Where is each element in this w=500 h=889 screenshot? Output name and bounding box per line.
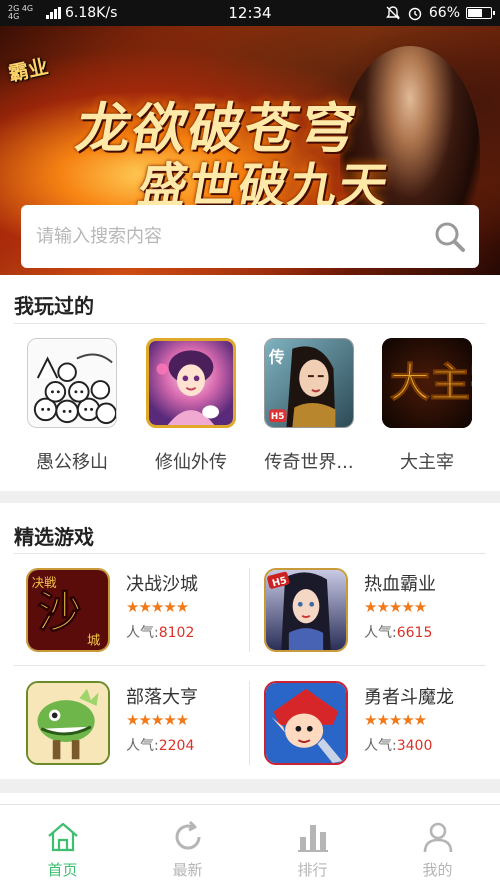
calligraphy-icon: 大主宰	[382, 338, 472, 428]
popularity-value: 3400	[396, 738, 433, 754]
fairy-girl-icon	[146, 338, 236, 428]
played-section-title: 我玩过的	[14, 294, 94, 318]
tab-label: 排行	[297, 861, 328, 879]
bar-chart-icon	[297, 825, 328, 852]
popularity: 人气:2204	[126, 738, 195, 754]
played-item-name: 愚公移山	[36, 452, 108, 473]
tab-label: 最新	[172, 861, 203, 879]
signal-icon	[46, 7, 61, 19]
heroine-icon: H5	[264, 568, 348, 652]
featured-section-title: 精选游戏	[14, 525, 94, 549]
star-rating: ★★★★★	[364, 598, 427, 616]
dino-icon	[26, 681, 110, 765]
network-type: 2G 4G 4G	[8, 4, 34, 21]
svg-text:决戦: 决戦	[32, 576, 57, 590]
status-bar: 2G 4G 4G 6.18K/s 12:34 66%	[0, 0, 500, 26]
warrior-woman-icon: 传 H5	[264, 338, 354, 428]
network-speed: 6.18K/s	[65, 5, 118, 21]
featured-item-yongzhe[interactable]: 勇者斗魔龙 ★★★★★ 人气:3400	[252, 677, 488, 777]
tab-mine[interactable]: 我的	[375, 805, 500, 889]
tab-home[interactable]: 首页	[0, 805, 125, 889]
svg-text:大主宰: 大主宰	[390, 359, 472, 406]
search-bar[interactable]	[21, 205, 479, 268]
featured-item-rexue[interactable]: H5 热血霸业 ★★★★★ 人气:6615	[252, 564, 488, 664]
played-item-name: 修仙外传	[155, 452, 227, 473]
bottom-tab-bar: 首页 最新 排行 我的	[0, 804, 500, 889]
played-item-name: 传奇世界...	[264, 452, 354, 473]
bell-off-icon	[385, 6, 400, 20]
search-input[interactable]	[36, 226, 433, 247]
featured-divider	[14, 553, 486, 554]
sand-city-icon: 沙 决戦 城	[26, 568, 110, 652]
featured-item-name: 热血霸业	[364, 574, 436, 595]
elf-hero-icon	[264, 681, 348, 765]
search-icon[interactable]	[433, 220, 467, 254]
banner-logo: 霸业	[6, 54, 51, 86]
clock: 12:34	[228, 4, 272, 22]
refresh-icon	[175, 820, 201, 850]
svg-text:H5: H5	[271, 412, 284, 422]
featured-item-name: 部落大亨	[126, 687, 198, 708]
played-item-chuanqi[interactable]: 传 H5 传奇世界...	[250, 338, 368, 474]
section-gap	[0, 779, 500, 793]
svg-text:城: 城	[87, 632, 100, 648]
played-item-xiuxian[interactable]: 修仙外传	[132, 338, 250, 474]
popularity-value: 2204	[158, 738, 195, 754]
played-item-dazhuzai[interactable]: 大主宰 大主宰	[368, 338, 486, 474]
featured-row-separator	[249, 681, 250, 765]
tab-label: 首页	[47, 861, 78, 879]
alarm-icon	[408, 7, 422, 21]
popularity: 人气:6615	[364, 625, 433, 641]
section-gap	[0, 491, 500, 503]
featured-item-juezhan[interactable]: 沙 决戦 城 决战沙城 ★★★★★ 人气:8102	[14, 564, 250, 664]
popularity-value: 8102	[158, 625, 195, 641]
crowd-icon	[27, 338, 117, 428]
home-icon	[47, 822, 78, 852]
battery-icon	[466, 7, 495, 19]
featured-item-name: 决战沙城	[126, 574, 198, 595]
tab-ranking[interactable]: 排行	[250, 805, 375, 889]
tab-latest[interactable]: 最新	[125, 805, 250, 889]
star-rating: ★★★★★	[126, 711, 189, 729]
tab-label: 我的	[422, 861, 453, 879]
svg-text:传: 传	[268, 347, 285, 366]
featured-item-buluo[interactable]: 部落大亨 ★★★★★ 人气:2204	[14, 677, 250, 777]
played-divider	[14, 323, 486, 324]
popularity-value: 6615	[396, 625, 433, 641]
user-icon	[423, 822, 452, 853]
star-rating: ★★★★★	[364, 711, 427, 729]
battery-percent: 66%	[428, 5, 460, 21]
played-list: 愚公移山 修仙外传 传 H5 传奇世界... 大主 大主宰	[0, 338, 500, 473]
played-item-yugong[interactable]: 愚公移山	[13, 338, 131, 474]
popularity: 人气:8102	[126, 625, 195, 641]
featured-item-name: 勇者斗魔龙	[364, 687, 454, 708]
popularity: 人气:3400	[364, 738, 433, 754]
featured-row-separator	[249, 568, 250, 652]
played-item-name: 大主宰	[400, 452, 454, 473]
star-rating: ★★★★★	[126, 598, 189, 616]
svg-text:沙: 沙	[38, 587, 82, 638]
featured-row-divider	[14, 665, 486, 666]
